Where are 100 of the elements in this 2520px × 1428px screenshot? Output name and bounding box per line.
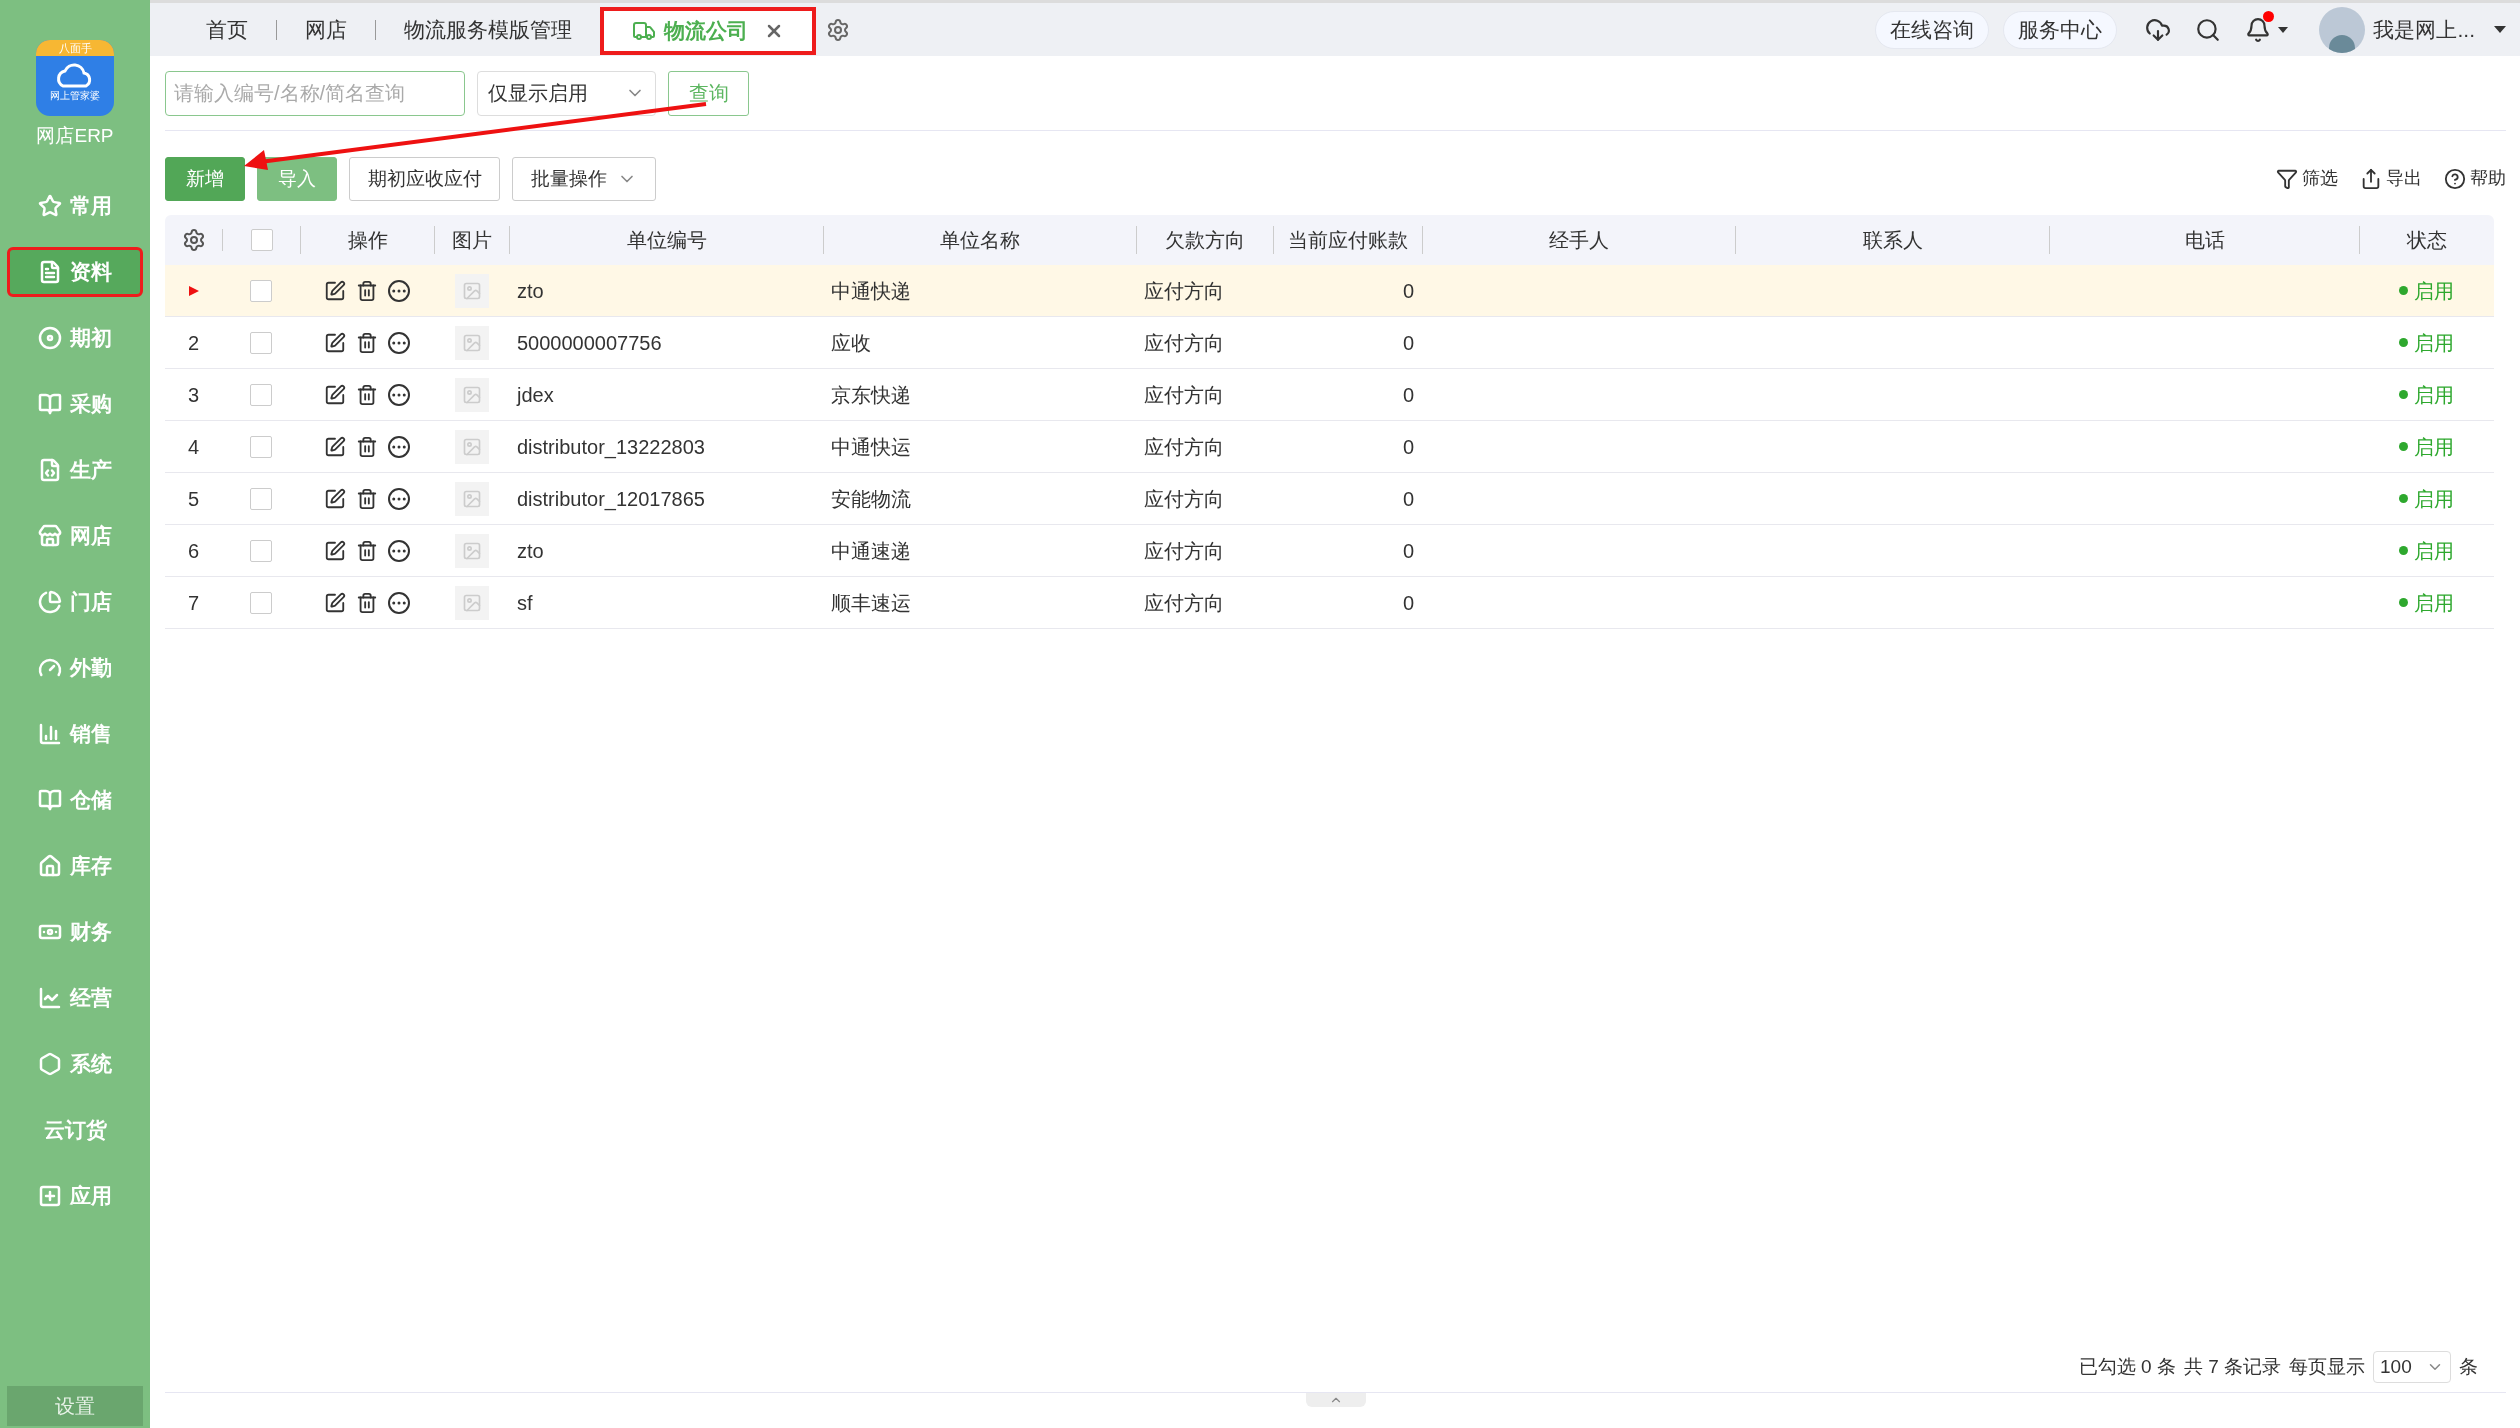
checkbox[interactable]: [250, 279, 272, 302]
caret-icon[interactable]: [2277, 25, 2290, 34]
delete-icon[interactable]: [356, 279, 378, 302]
tool-link[interactable]: 帮助: [2444, 165, 2506, 192]
status-text: 启用: [2414, 278, 2454, 304]
delete-icon[interactable]: [356, 383, 378, 406]
current-row-icon: [187, 284, 200, 297]
checkbox[interactable]: [250, 229, 273, 251]
sidebar-item[interactable]: 云订货: [7, 1104, 143, 1155]
app-logo[interactable]: 八面手 网上管家婆: [36, 40, 114, 116]
logo-banner: 八面手: [36, 40, 114, 56]
more-icon[interactable]: [388, 331, 410, 354]
sidebar-item[interactable]: 仓储: [7, 774, 143, 825]
more-icon[interactable]: [388, 539, 410, 562]
checkbox[interactable]: [250, 487, 272, 510]
action-button[interactable]: 批量操作: [512, 157, 656, 201]
page-size-dropdown[interactable]: 100: [2373, 1351, 2451, 1383]
edit-icon[interactable]: [324, 331, 346, 354]
row-number: 3: [187, 382, 200, 408]
tab[interactable]: 物流服务模版管理: [376, 5, 600, 54]
caret-icon[interactable]: [2493, 25, 2507, 34]
sidebar-item[interactable]: 外勤: [7, 642, 143, 693]
checkbox[interactable]: [250, 435, 272, 458]
table-cell: 应付方向: [1144, 331, 1224, 354]
sidebar-item[interactable]: 网店: [7, 510, 143, 561]
sidebar-item[interactable]: 库存: [7, 840, 143, 891]
table-cell: 0: [1402, 487, 1414, 510]
column-header: 电话: [2184, 228, 2225, 253]
table-cell: 应付方向: [1144, 591, 1224, 614]
more-icon[interactable]: [388, 383, 410, 406]
edit-icon[interactable]: [324, 435, 346, 458]
image-placeholder-icon: [454, 325, 489, 360]
delete-icon[interactable]: [356, 487, 378, 510]
tool-link[interactable]: 导出: [2360, 165, 2422, 192]
sidebar-item[interactable]: 应用: [7, 1170, 143, 1221]
delete-icon[interactable]: [356, 591, 378, 614]
query-button[interactable]: 查询: [668, 70, 749, 116]
table-cell: distributor_13222803: [517, 435, 705, 458]
action-button[interactable]: 新增: [165, 157, 245, 201]
sidebar-item[interactable]: 期初: [7, 312, 143, 363]
more-icon[interactable]: [388, 435, 410, 458]
edit-icon[interactable]: [324, 539, 346, 562]
edit-icon[interactable]: [324, 383, 346, 406]
sidebar-item[interactable]: 生产: [7, 444, 143, 495]
sidebar-item[interactable]: 经营: [7, 972, 143, 1023]
tab[interactable]: 物流公司: [600, 7, 816, 55]
store-icon: [38, 523, 62, 548]
help-icon: [2444, 167, 2466, 190]
status-text: 启用: [2414, 382, 2454, 408]
sidebar-item[interactable]: 财务: [7, 906, 143, 957]
settings-button[interactable]: 设置: [7, 1386, 143, 1426]
status-dropdown[interactable]: 仅显示启用: [477, 70, 656, 116]
column-header: 单位名称: [940, 228, 1020, 253]
tab[interactable]: 网店: [277, 5, 375, 54]
delete-icon[interactable]: [356, 539, 378, 562]
column-header: 操作: [347, 228, 388, 253]
tool-link[interactable]: 筛选: [2276, 165, 2338, 192]
status-text: 启用: [2414, 590, 2454, 616]
search-field[interactable]: 请输入编号/名称/简名查询: [165, 70, 465, 116]
column-header: 单位编号: [626, 228, 707, 253]
edit-icon[interactable]: [324, 591, 346, 614]
row-number: 4: [187, 434, 200, 460]
edit-icon[interactable]: [324, 487, 346, 510]
checkbox[interactable]: [250, 591, 272, 614]
table-row[interactable]: zto 中通快递 应付方向 0 启用: [165, 265, 2494, 317]
sidebar-item[interactable]: 门店: [7, 576, 143, 627]
row-number: 6: [187, 538, 200, 564]
settings-icon[interactable]: [181, 228, 206, 252]
search-icon[interactable]: [2195, 16, 2222, 43]
avatar[interactable]: [2319, 6, 2366, 53]
sidebar-item[interactable]: 销售: [7, 708, 143, 759]
notification-icon[interactable]: [2245, 16, 2272, 43]
column-header: 图片: [452, 228, 492, 253]
sidebar-item[interactable]: 资料: [7, 246, 143, 297]
user-name[interactable]: 我是网上...: [2373, 13, 2475, 46]
action-button[interactable]: 导入: [257, 157, 337, 201]
export-icon: [2360, 167, 2382, 190]
delete-icon[interactable]: [356, 331, 378, 354]
consult-button[interactable]: 在线咨询: [1875, 10, 1990, 49]
more-icon[interactable]: [388, 279, 410, 302]
sidebar-item[interactable]: 采购: [7, 378, 143, 429]
more-icon[interactable]: [388, 591, 410, 614]
cloud-download-icon[interactable]: [2145, 16, 2172, 43]
more-icon[interactable]: [388, 487, 410, 510]
sidebar-item[interactable]: 常用: [7, 180, 143, 231]
checkbox[interactable]: [250, 539, 272, 562]
image-placeholder-icon: [454, 585, 489, 620]
delete-icon[interactable]: [356, 435, 378, 458]
action-button[interactable]: 期初应收应付: [349, 157, 500, 201]
edit-icon[interactable]: [324, 279, 346, 302]
tab[interactable]: 首页: [178, 5, 276, 54]
checkbox[interactable]: [250, 383, 272, 406]
settings-icon[interactable]: [826, 17, 850, 42]
document-icon: [38, 259, 62, 284]
app-name: 网店ERP: [36, 124, 114, 148]
collapse-handle[interactable]: [1305, 1393, 1366, 1407]
table-cell: 中通快递: [831, 279, 911, 302]
service-button[interactable]: 服务中心: [2003, 10, 2118, 49]
sidebar-item[interactable]: 系统: [7, 1038, 143, 1089]
checkbox[interactable]: [250, 331, 272, 354]
